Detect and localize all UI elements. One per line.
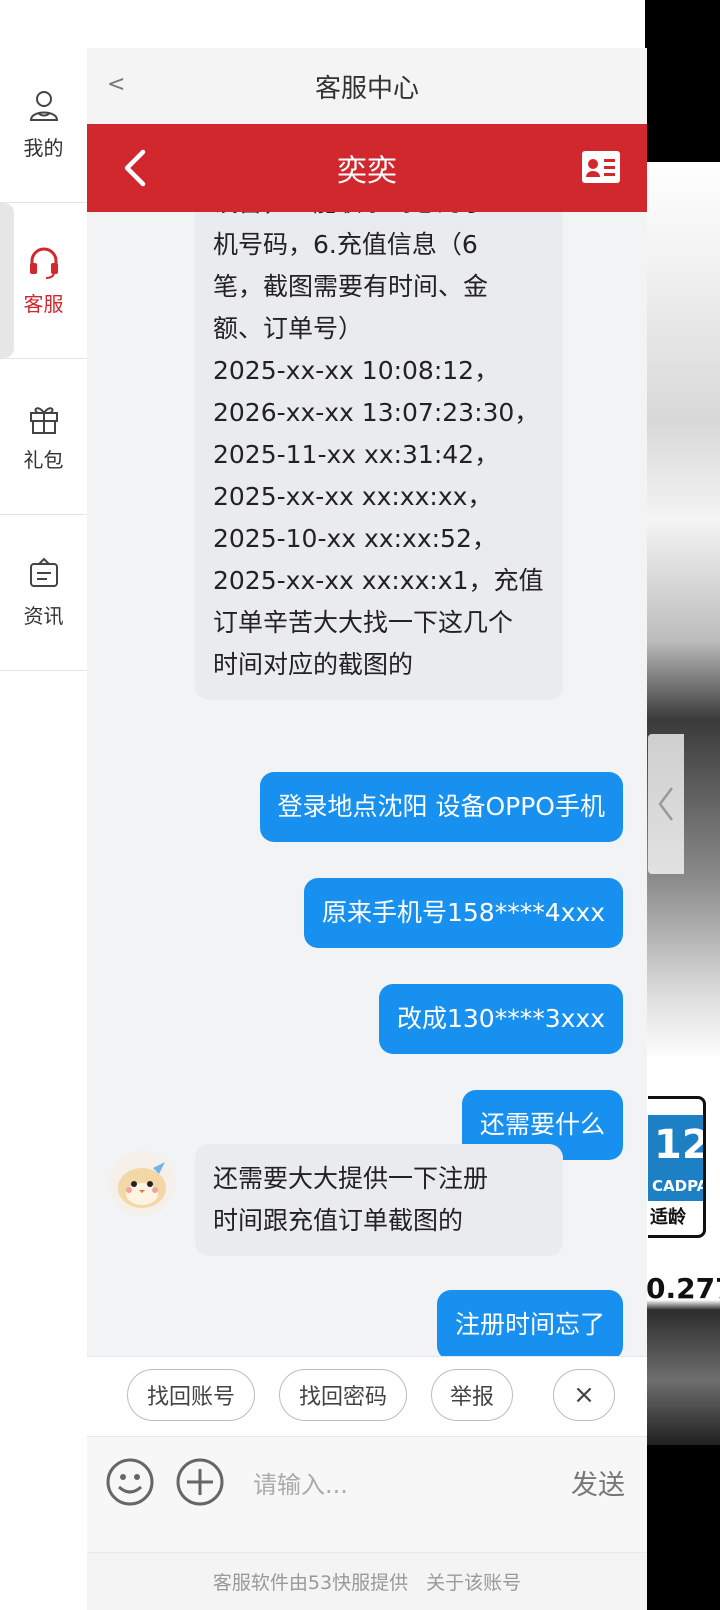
nav-item-label: 资讯	[23, 604, 64, 628]
back-arrow-icon[interactable]	[115, 146, 159, 190]
service-center-header: < 客服中心	[87, 48, 647, 124]
message-line: 2025-xx-xx xx:xx:xx，	[213, 482, 493, 511]
message-line: 时间跟充值订单截图的	[213, 1206, 464, 1235]
news-icon	[29, 557, 58, 587]
about-account-link[interactable]: 关于该账号	[426, 1568, 521, 1595]
nav-item-label: 我的	[23, 136, 64, 160]
outgoing-message: 原来手机号158****4xxx	[303, 878, 623, 948]
incoming-message: 设备，5.能联系到您的手 机号码，6.充值信息（6 笔，截图需要有时间、金 额、…	[195, 212, 563, 700]
message-line: 笔，截图需要有时间、金	[213, 272, 489, 301]
headset-icon	[29, 247, 58, 279]
gift-icon	[29, 407, 58, 434]
version-text: 0.277	[646, 1272, 720, 1305]
message-line: 2025-xx-xx 10:08:12，	[213, 356, 500, 385]
outgoing-message: 注册时间忘了	[436, 1290, 623, 1360]
outgoing-message: 登录地点沈阳 设备OPPO手机	[259, 772, 623, 842]
nav-item-mine[interactable]: 我的	[0, 47, 87, 203]
agent-name: 奕奕	[337, 154, 397, 189]
message-line: 还需要大大提供一下注册	[213, 1164, 489, 1193]
message-line: 设备，5.能联系到您的手	[213, 212, 545, 224]
emoji-icon[interactable]	[105, 1457, 155, 1507]
quick-reply-recover-password[interactable]: 找回密码	[279, 1369, 407, 1421]
message-line: 订单辛苦大大找一下这几个	[213, 608, 514, 637]
footer: 客服软件由53快服提供 关于该账号	[87, 1552, 647, 1610]
user-icon	[29, 91, 58, 121]
chat-area[interactable]: 设备，5.能联系到您的手 机号码，6.充值信息（6 笔，截图需要有时间、金 额、…	[87, 212, 647, 1440]
page-title: 客服中心	[314, 73, 419, 104]
age-org: CADPA	[652, 1177, 706, 1195]
provider-text: 客服软件由53快服提供	[212, 1572, 409, 1594]
message-line: 2025-xx-xx xx:xx:x1，充值	[213, 566, 544, 595]
nav-item-label: 礼包	[23, 448, 64, 472]
quick-reply-bar: 找回账号 找回密码 举报 ×	[87, 1356, 647, 1436]
message-line: 2026-xx-xx 13:07:23:30，	[213, 398, 540, 427]
close-quick-replies-button[interactable]: ×	[553, 1369, 615, 1421]
agent-bar: 奕奕	[87, 124, 647, 212]
background-art-bottom	[645, 1445, 720, 1610]
age-rating-badge: 12+ CADPA 适龄提示	[648, 1096, 706, 1238]
background-art-top	[645, 0, 720, 162]
header-back-button[interactable]: <	[107, 72, 125, 97]
nav-item-news[interactable]: 资讯	[0, 515, 87, 671]
message-line: 2025-10-xx xx:xx:52，	[213, 524, 497, 553]
nav-item-label: 客服	[23, 292, 64, 316]
message-line: 额、订单号）	[213, 314, 364, 343]
age-tip: 适龄提示	[650, 1207, 686, 1228]
plus-icon[interactable]	[175, 1457, 225, 1507]
message-line: 时间对应的截图的	[213, 650, 414, 679]
quick-reply-report[interactable]: 举报	[431, 1369, 513, 1421]
nav-item-gift[interactable]: 礼包	[0, 359, 87, 515]
agent-avatar	[109, 1150, 175, 1216]
message-line: 2025-11-xx xx:31:42，	[213, 440, 500, 469]
chevron-left-icon	[658, 787, 673, 821]
nav-item-service[interactable]: 客服	[0, 203, 87, 359]
age-rating: 12+	[654, 1122, 703, 1168]
outgoing-message: 改成130****3xxx	[378, 984, 623, 1054]
send-button[interactable]: 发送	[571, 1463, 625, 1502]
bird-mascot-icon	[118, 1162, 166, 1208]
customer-service-panel: < 客服中心 奕奕 设备，5.能联系到您的手 机号码，6.充值信息（6 笔，截图…	[87, 48, 647, 1610]
contact-card-icon[interactable]	[581, 150, 621, 184]
incoming-message: 还需要大大提供一下注册 时间跟充值订单截图的	[195, 1144, 563, 1256]
collapse-panel-handle[interactable]	[648, 734, 684, 874]
quick-reply-recover-account[interactable]: 找回账号	[127, 1369, 255, 1421]
message-line: 机号码，6.充值信息（6	[213, 230, 478, 259]
message-input-bar: 请输入... 发送	[87, 1436, 647, 1552]
left-nav: 我的 客服 礼包 资讯	[0, 0, 87, 1610]
message-input[interactable]: 请输入...	[253, 1465, 348, 1500]
